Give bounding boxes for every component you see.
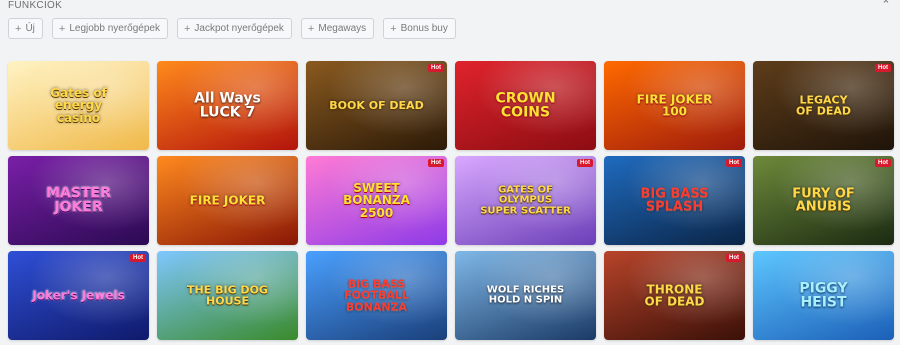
game-tile[interactable]: Joker's Jewels Hot bbox=[8, 251, 149, 340]
hot-badge: Hot bbox=[428, 64, 444, 72]
game-title: SWEET BONANZA 2500 bbox=[343, 180, 410, 220]
game-tile[interactable]: FURY OF ANUBIS Hot bbox=[753, 156, 894, 245]
game-title: FIRE JOKER bbox=[189, 193, 266, 208]
game-title: WOLF RICHES HOLD N SPIN bbox=[486, 284, 565, 306]
game-tile[interactable]: MASTER JOKER bbox=[8, 156, 149, 245]
filter-chips: + Új + Legjobb nyerőgépek + Jackpot nyerőgé… bbox=[8, 18, 456, 39]
game-tile[interactable]: THE BIG DOG HOUSE bbox=[157, 251, 298, 340]
hot-badge: Hot bbox=[875, 64, 891, 72]
game-title: Joker's Jewels bbox=[32, 288, 125, 303]
plus-icon: + bbox=[58, 22, 66, 35]
game-title: LEGACY OF DEAD bbox=[796, 92, 851, 118]
hot-badge: Hot bbox=[726, 159, 742, 167]
hot-badge: Hot bbox=[130, 254, 146, 262]
game-title: MASTER JOKER bbox=[46, 184, 111, 216]
game-tile[interactable]: WOLF RICHES HOLD N SPIN bbox=[455, 251, 596, 340]
filter-chip-jackpot-slots[interactable]: + Jackpot nyerőgépek bbox=[176, 18, 292, 39]
game-title: BIG BASS SPLASH bbox=[640, 185, 709, 215]
game-tile[interactable]: Gates of energy casino bbox=[8, 61, 149, 150]
game-title: THE BIG DOG HOUSE bbox=[187, 282, 268, 308]
filter-chip-new[interactable]: + Új bbox=[8, 18, 43, 39]
plus-icon: + bbox=[15, 22, 22, 35]
game-tile[interactable]: PIGGY HEIST bbox=[753, 251, 894, 340]
game-tile[interactable]: FIRE JOKER bbox=[157, 156, 298, 245]
section-header: FUNKCIÓK ⌃ bbox=[8, 0, 892, 14]
hot-badge: Hot bbox=[428, 159, 444, 167]
game-tile[interactable]: SWEET BONANZA 2500 Hot bbox=[306, 156, 447, 245]
game-tile[interactable]: THRONE OF DEAD Hot bbox=[604, 251, 745, 340]
game-tile[interactable]: BOOK OF DEAD Hot bbox=[306, 61, 447, 150]
game-title: CROWN COINS bbox=[495, 89, 556, 121]
game-title: THRONE OF DEAD bbox=[644, 281, 705, 309]
filter-chip-label: Új bbox=[25, 23, 35, 34]
game-tile[interactable]: FIRE JOKER 100 bbox=[604, 61, 745, 150]
plus-icon: + bbox=[307, 22, 315, 35]
filter-chip-label: Legjobb nyerőgépek bbox=[69, 23, 160, 34]
plus-icon: + bbox=[183, 22, 191, 35]
game-tile[interactable]: CROWN COINS bbox=[455, 61, 596, 150]
filter-chip-bonus-buy[interactable]: + Bonus buy bbox=[383, 18, 456, 39]
game-title: BOOK OF DEAD bbox=[329, 98, 424, 112]
game-title: GATES OF OLYMPUS SUPER SCATTER bbox=[480, 183, 571, 216]
game-title: All Ways LUCK 7 bbox=[194, 89, 261, 121]
filter-chip-label: Bonus buy bbox=[400, 23, 448, 34]
game-tile[interactable]: BIG BASS SPLASH Hot bbox=[604, 156, 745, 245]
game-title: FIRE JOKER 100 bbox=[636, 91, 713, 119]
game-title: Gates of energy casino bbox=[50, 85, 107, 125]
game-tile[interactable]: BIG BASS FOOTBALL BONANZA bbox=[306, 251, 447, 340]
filter-chip-best-slots[interactable]: + Legjobb nyerőgépek bbox=[51, 18, 168, 39]
chevron-up-icon[interactable]: ⌃ bbox=[880, 0, 892, 11]
filter-chip-megaways[interactable]: + Megaways bbox=[300, 18, 375, 39]
game-tile[interactable]: LEGACY OF DEAD Hot bbox=[753, 61, 894, 150]
plus-icon: + bbox=[390, 22, 397, 35]
filter-chip-label: Jackpot nyerőgépek bbox=[194, 23, 284, 34]
game-title: FURY OF ANUBIS bbox=[792, 185, 855, 215]
filter-chip-label: Megaways bbox=[318, 23, 367, 34]
section-title: FUNKCIÓK bbox=[8, 0, 63, 11]
hot-badge: Hot bbox=[875, 159, 891, 167]
game-tile[interactable]: All Ways LUCK 7 bbox=[157, 61, 298, 150]
game-grid: Gates of energy casino All Ways LUCK 7 BOO… bbox=[8, 61, 894, 340]
game-title: PIGGY HEIST bbox=[799, 279, 848, 311]
game-tile[interactable]: GATES OF OLYMPUS SUPER SCATTER Hot bbox=[455, 156, 596, 245]
hot-badge: Hot bbox=[726, 254, 742, 262]
hot-badge: Hot bbox=[577, 159, 593, 167]
game-title: BIG BASS FOOTBALL BONANZA bbox=[344, 277, 409, 314]
